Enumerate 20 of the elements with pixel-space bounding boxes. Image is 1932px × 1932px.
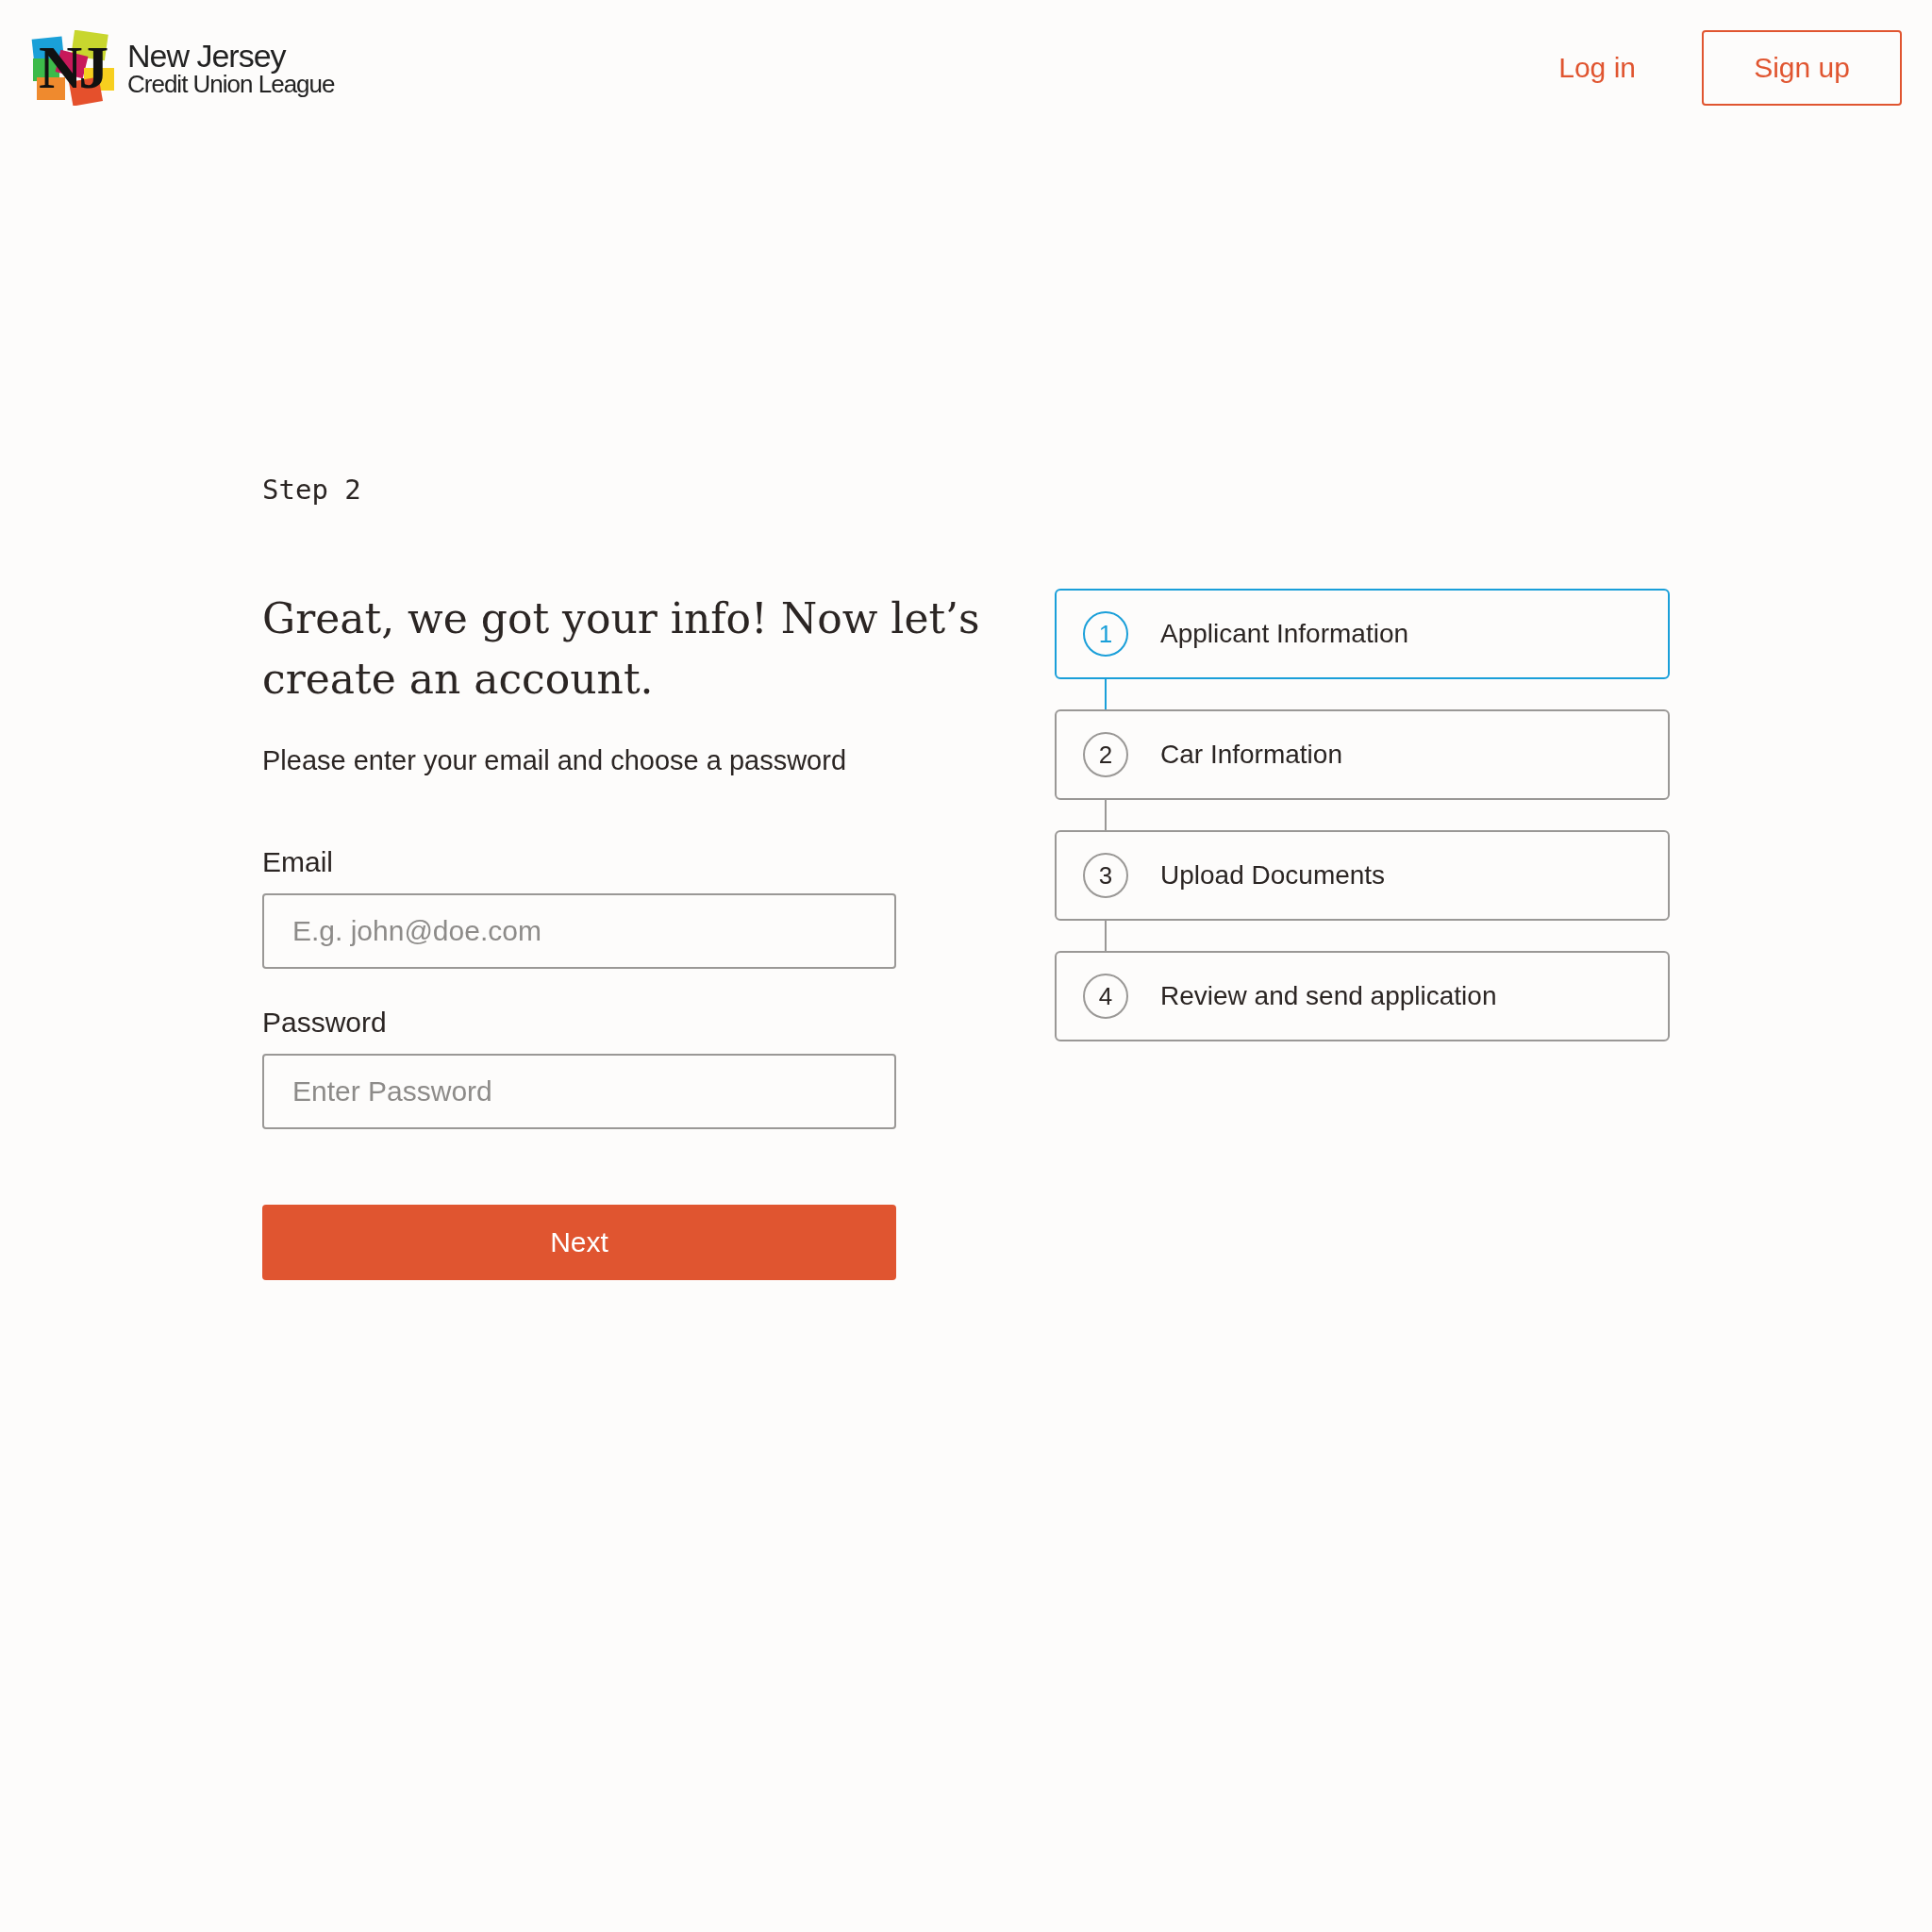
step-label: Step 2 [262, 474, 362, 508]
instruction-text: Please enter your email and choose a password [262, 745, 848, 776]
step-item[interactable]: 1 Applicant Information [1055, 589, 1670, 679]
step-number: 2 [1083, 732, 1128, 777]
field-label: Email [262, 846, 334, 878]
login-link[interactable]: Log in [1558, 52, 1636, 84]
signup-button[interactable]: Sign up [1702, 30, 1902, 106]
step-item[interactable]: 2 Car Information [1055, 709, 1670, 800]
input-field[interactable]: E.g. john@doe.com [262, 893, 896, 969]
input-field[interactable]: Enter Password [262, 1054, 896, 1129]
next-button[interactable]: Next [262, 1205, 896, 1280]
step-item[interactable]: 3 Upload Documents [1055, 830, 1670, 921]
page-heading: Great, we got your info! Now let’s create an account. [262, 593, 981, 705]
step-number: 4 [1083, 974, 1128, 1019]
field-label: Password [262, 1007, 388, 1039]
logo-title: New Jersey [127, 40, 288, 72]
logo-monogram: NJ [31, 30, 122, 106]
step-number: 3 [1083, 853, 1128, 898]
step-item[interactable]: 4 Review and send application [1055, 951, 1670, 1041]
step-number: 1 [1083, 611, 1128, 657]
